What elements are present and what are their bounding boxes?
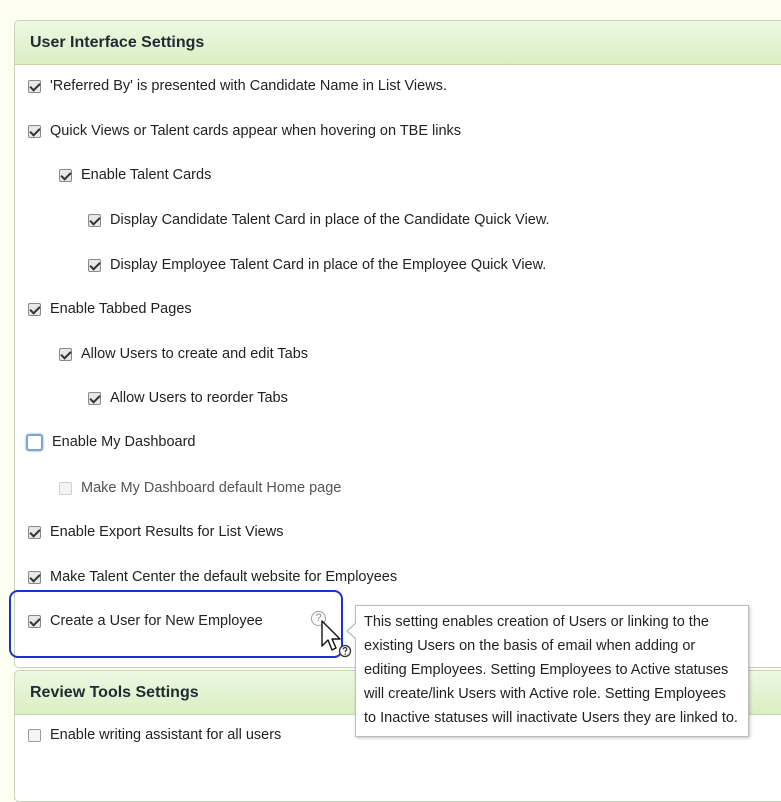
- option-create-user-new-employee[interactable]: Create a User for New Employee: [28, 610, 263, 632]
- create-edit-tabs-checkbox[interactable]: [59, 347, 72, 361]
- option-enable-my-dashboard[interactable]: Enable My Dashboard: [26, 431, 195, 453]
- dashboard-home-page-checkbox[interactable]: [59, 481, 72, 495]
- enable-tabbed-pages-checkbox[interactable]: [28, 302, 41, 316]
- employee-talent-card-label: Display Employee Talent Card in place of…: [110, 257, 547, 273]
- dashboard-home-page-label: Make My Dashboard default Home page: [81, 480, 342, 496]
- option-export-results[interactable]: Enable Export Results for List Views: [28, 521, 283, 543]
- option-candidate-talent-card[interactable]: Display Candidate Talent Card in place o…: [88, 209, 550, 231]
- option-referred-by[interactable]: 'Referred By' is presented with Candidat…: [28, 75, 447, 97]
- create-edit-tabs-label: Allow Users to create and edit Tabs: [81, 346, 309, 362]
- quick-views-hover-checkbox[interactable]: [28, 124, 41, 138]
- writing-assistant-label: Enable writing assistant for all users: [50, 727, 282, 743]
- export-results-checkbox[interactable]: [28, 525, 41, 539]
- writing-assistant-checkbox[interactable]: [28, 728, 41, 742]
- option-dashboard-home-page[interactable]: Make My Dashboard default Home page: [59, 477, 341, 499]
- tooltip-pointer: [346, 622, 357, 640]
- enable-my-dashboard-label: Enable My Dashboard: [52, 434, 196, 450]
- talent-center-default-checkbox[interactable]: [28, 570, 41, 584]
- option-reorder-tabs[interactable]: Allow Users to reorder Tabs: [88, 387, 288, 409]
- create-user-new-employee-label: Create a User for New Employee: [50, 613, 263, 629]
- option-writing-assistant[interactable]: Enable writing assistant for all users: [28, 724, 281, 746]
- reorder-tabs-label: Allow Users to reorder Tabs: [110, 390, 288, 406]
- option-employee-talent-card[interactable]: Display Employee Talent Card in place of…: [88, 254, 546, 276]
- option-enable-talent-cards[interactable]: Enable Talent Cards: [59, 164, 211, 186]
- referred-by-label: 'Referred By' is presented with Candidat…: [50, 78, 447, 94]
- candidate-talent-card-checkbox[interactable]: [88, 213, 101, 227]
- enable-tabbed-pages-label: Enable Tabbed Pages: [50, 301, 192, 317]
- user-interface-settings-header: User Interface Settings: [15, 21, 781, 65]
- candidate-talent-card-label: Display Candidate Talent Card in place o…: [110, 212, 550, 228]
- reorder-tabs-checkbox[interactable]: [88, 391, 101, 405]
- quick-views-hover-label: Quick Views or Talent cards appear when …: [50, 123, 462, 139]
- employee-talent-card-checkbox[interactable]: [88, 258, 101, 272]
- help-tooltip: This setting enables creation of Users o…: [355, 605, 749, 737]
- option-create-edit-tabs[interactable]: Allow Users to create and edit Tabs: [59, 343, 308, 365]
- enable-talent-cards-label: Enable Talent Cards: [81, 167, 212, 183]
- talent-center-default-label: Make Talent Center the default website f…: [50, 569, 398, 585]
- option-quick-views-hover[interactable]: Quick Views or Talent cards appear when …: [28, 120, 461, 142]
- create-user-new-employee-checkbox[interactable]: [28, 614, 41, 628]
- enable-my-dashboard-checkbox[interactable]: [26, 433, 43, 451]
- option-talent-center-default[interactable]: Make Talent Center the default website f…: [28, 566, 397, 588]
- export-results-label: Enable Export Results for List Views: [50, 524, 284, 540]
- enable-talent-cards-checkbox[interactable]: [59, 168, 72, 182]
- option-enable-tabbed-pages[interactable]: Enable Tabbed Pages: [28, 298, 192, 320]
- referred-by-checkbox[interactable]: [28, 79, 41, 93]
